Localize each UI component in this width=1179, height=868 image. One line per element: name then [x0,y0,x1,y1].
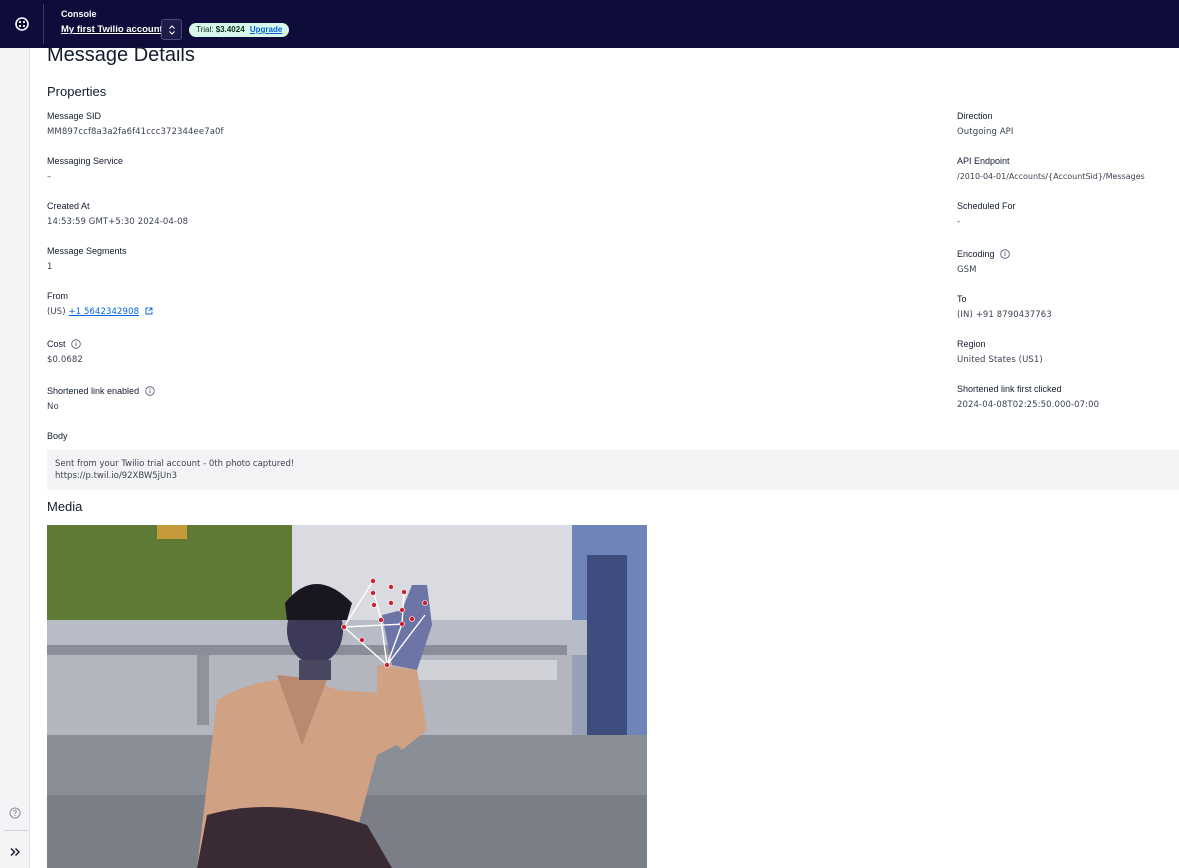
body-line-1: Sent from your Twilio trial account - 0t… [55,459,295,469]
shortened-link-enabled-text: Shortened link enabled [47,386,140,396]
expand-sidebar-icon[interactable] [9,845,21,857]
created-at-value: 14:53:59 GMT+5:30 2024-04-08 [47,217,189,227]
message-segments-value: 1 [47,262,53,272]
cost-label-text: Cost [47,339,66,349]
body-line-2: https://p.twil.io/92XBW5jUn3 [55,471,178,481]
console-label: Console [61,9,97,19]
body-label: Body [47,431,68,441]
info-icon[interactable] [1000,249,1010,259]
from-number-link[interactable]: +1 5642342908 [68,307,139,317]
shortened-link-first-clicked-label: Shortened link first clicked [957,384,1062,394]
shortened-link-enabled-label: Shortened link enabled [47,386,155,396]
region-label: Region [957,339,986,349]
message-segments-label: Message Segments [47,246,127,256]
page-title: Message Details [47,44,195,66]
message-sid-label: Message SID [47,111,102,121]
shortened-link-first-clicked-value: 2024-04-08T02:25:50.000-07:00 [957,400,1100,410]
info-icon[interactable] [71,339,81,349]
message-sid-value: MM897ccf8a3a2fa6f41ccc372344ee7a0f [47,127,224,137]
created-at-label: Created At [47,201,90,211]
chevron-up-down-icon [169,25,175,35]
to-label: To [957,294,967,304]
scheduled-for-value: - [957,217,961,227]
direction-label: Direction [957,111,993,121]
direction-value: Outgoing API [957,127,1014,137]
scheduled-for-label: Scheduled For [957,201,1016,211]
account-switcher-button[interactable] [161,19,182,40]
media-heading: Media [47,499,83,514]
trial-prefix: Trial: [196,25,214,34]
media-image[interactable] [47,525,647,868]
topbar-divider [43,4,44,44]
from-label: From [47,291,68,301]
message-body: Sent from your Twilio trial account - 0t… [47,450,1179,490]
from-value: (US) +1 5642342908 [47,307,153,317]
trial-amount: $3.4024 [215,25,245,34]
region-value: United States (US1) [957,355,1043,365]
api-endpoint-label: API Endpoint [957,156,1010,166]
rail-divider [4,830,28,831]
side-rail [0,48,30,868]
encoding-value: GSM [957,265,977,275]
cost-label: Cost [47,339,81,349]
api-endpoint-value: /2010-04-01/Accounts/{AccountSid}/Messag… [957,172,1145,181]
messaging-service-label: Messaging Service [47,156,124,166]
upgrade-link[interactable]: Upgrade [250,25,282,34]
messaging-service-value: – [47,172,52,182]
to-value: (IN) +91 8790437763 [957,310,1052,320]
shortened-link-enabled-value: No [47,402,59,412]
top-bar: Console My first Twilio account Trial: $… [0,0,1179,48]
help-icon[interactable] [9,806,21,819]
encoding-label: Encoding [957,249,1010,259]
app-switcher-icon[interactable] [12,14,32,34]
account-name-link[interactable]: My first Twilio account [61,24,163,35]
encoding-label-text: Encoding [957,249,995,259]
external-link-icon[interactable] [145,307,153,315]
cost-value: $0.0682 [47,355,83,365]
captured-photo [47,525,647,868]
from-country: (US) [47,307,66,317]
info-icon[interactable] [144,386,155,396]
properties-heading: Properties [47,84,107,99]
trial-balance-badge: Trial: $3.4024 Upgrade [189,23,290,37]
